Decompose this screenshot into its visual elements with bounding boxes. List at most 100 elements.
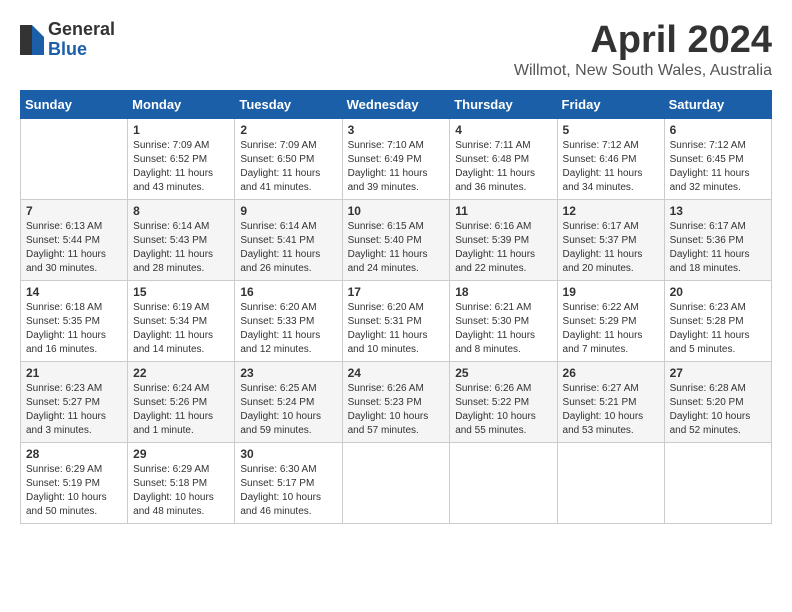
calendar-cell: 1 Sunrise: 7:09 AMSunset: 6:52 PMDaylight… — [128, 118, 235, 199]
logo: General Blue — [20, 20, 115, 60]
day-number: 18 — [455, 285, 551, 299]
day-info: Sunrise: 6:23 AMSunset: 5:27 PMDaylight:… — [26, 382, 122, 438]
day-number: 5 — [563, 123, 659, 137]
day-number: 13 — [670, 204, 766, 218]
day-number: 30 — [240, 447, 336, 461]
day-number: 12 — [563, 204, 659, 218]
calendar-cell: 23 Sunrise: 6:25 AMSunset: 5:24 PMDayligh… — [235, 361, 342, 442]
calendar-cell: 24Sunrise: 6:26 AMSunset: 5:23 PMDayligh… — [342, 361, 450, 442]
calendar-cell: 30 Sunrise: 6:30 AMSunset: 5:17 PMDayligh… — [235, 442, 342, 523]
day-info: Sunrise: 6:17 AMSunset: 5:37 PMDaylight:… — [563, 220, 659, 276]
calendar-cell: 4Sunrise: 7:11 AMSunset: 6:48 PMDaylight… — [450, 118, 557, 199]
day-number: 2 — [240, 123, 336, 137]
calendar-cell — [664, 442, 771, 523]
calendar-cell: 27Sunrise: 6:28 AMSunset: 5:20 PMDayligh… — [664, 361, 771, 442]
logo-text: General Blue — [48, 20, 115, 60]
calendar-cell — [342, 442, 450, 523]
day-info: Sunrise: 6:22 AMSunset: 5:29 PMDaylight:… — [563, 301, 659, 357]
day-number: 23 — [240, 366, 336, 380]
day-number: 1 — [133, 123, 229, 137]
calendar-cell: 3Sunrise: 7:10 AMSunset: 6:49 PMDaylight… — [342, 118, 450, 199]
calendar-cell: 12 Sunrise: 6:17 AMSunset: 5:37 PMDayligh… — [557, 199, 664, 280]
day-number: 7 — [26, 204, 122, 218]
day-number: 16 — [240, 285, 336, 299]
day-header-wednesday: Wednesday — [342, 90, 450, 118]
day-header-saturday: Saturday — [664, 90, 771, 118]
day-header-monday: Monday — [128, 90, 235, 118]
calendar-cell: 9Sunrise: 6:14 AMSunset: 5:41 PMDaylight… — [235, 199, 342, 280]
page-header: General Blue April 2024 Willmot, New Sou… — [20, 20, 772, 80]
calendar-cell: 17 Sunrise: 6:20 AMSunset: 5:31 PMDayligh… — [342, 280, 450, 361]
day-number: 29 — [133, 447, 229, 461]
day-number: 28 — [26, 447, 122, 461]
calendar-cell: 19 Sunrise: 6:22 AMSunset: 5:29 PMDayligh… — [557, 280, 664, 361]
day-info: Sunrise: 6:21 AMSunset: 5:30 PMDaylight:… — [455, 301, 551, 357]
calendar-header-row: SundayMondayTuesdayWednesdayThursdayFrid… — [21, 90, 772, 118]
day-info: Sunrise: 6:29 AMSunset: 5:18 PMDaylight:… — [133, 463, 229, 519]
day-number: 17 — [348, 285, 445, 299]
day-header-thursday: Thursday — [450, 90, 557, 118]
day-number: 11 — [455, 204, 551, 218]
day-number: 20 — [670, 285, 766, 299]
day-info: Sunrise: 6:23 AMSunset: 5:28 PMDaylight:… — [670, 301, 766, 357]
day-number: 25 — [455, 366, 551, 380]
day-info: Sunrise: 7:12 AMSunset: 6:46 PMDaylight:… — [563, 139, 659, 195]
calendar-week-2: 7 Sunrise: 6:13 AMSunset: 5:44 PMDaylight… — [21, 199, 772, 280]
day-info: Sunrise: 7:09 AMSunset: 6:50 PMDaylight:… — [240, 139, 336, 195]
day-info: Sunrise: 6:20 AMSunset: 5:33 PMDaylight:… — [240, 301, 336, 357]
calendar-cell: 11 Sunrise: 6:16 AMSunset: 5:39 PMDayligh… — [450, 199, 557, 280]
day-info: Sunrise: 6:30 AMSunset: 5:17 PMDaylight:… — [240, 463, 336, 519]
calendar-cell: 20 Sunrise: 6:23 AMSunset: 5:28 PMDayligh… — [664, 280, 771, 361]
day-number: 21 — [26, 366, 122, 380]
calendar-cell — [21, 118, 128, 199]
day-info: Sunrise: 7:09 AMSunset: 6:52 PMDaylight:… — [133, 139, 229, 195]
day-number: 9 — [240, 204, 336, 218]
calendar-week-3: 14 Sunrise: 6:18 AMSunset: 5:35 PMDayligh… — [21, 280, 772, 361]
day-info: Sunrise: 6:17 AMSunset: 5:36 PMDaylight:… — [670, 220, 766, 276]
day-number: 24 — [348, 366, 445, 380]
day-number: 26 — [563, 366, 659, 380]
day-info: Sunrise: 6:24 AMSunset: 5:26 PMDaylight:… — [133, 382, 229, 438]
title-section: April 2024 Willmot, New South Wales, Aus… — [514, 20, 772, 80]
calendar-cell — [557, 442, 664, 523]
day-number: 14 — [26, 285, 122, 299]
day-number: 15 — [133, 285, 229, 299]
logo-icon — [20, 25, 44, 55]
day-number: 3 — [348, 123, 445, 137]
calendar-cell — [450, 442, 557, 523]
day-info: Sunrise: 6:13 AMSunset: 5:44 PMDaylight:… — [26, 220, 122, 276]
day-info: Sunrise: 6:25 AMSunset: 5:24 PMDaylight:… — [240, 382, 336, 438]
day-info: Sunrise: 6:29 AMSunset: 5:19 PMDaylight:… — [26, 463, 122, 519]
day-info: Sunrise: 6:19 AMSunset: 5:34 PMDaylight:… — [133, 301, 229, 357]
calendar-week-5: 28 Sunrise: 6:29 AMSunset: 5:19 PMDayligh… — [21, 442, 772, 523]
calendar-cell: 7 Sunrise: 6:13 AMSunset: 5:44 PMDaylight… — [21, 199, 128, 280]
day-number: 10 — [348, 204, 445, 218]
day-header-sunday: Sunday — [21, 90, 128, 118]
calendar-cell: 2 Sunrise: 7:09 AMSunset: 6:50 PMDaylight… — [235, 118, 342, 199]
day-number: 27 — [670, 366, 766, 380]
day-header-friday: Friday — [557, 90, 664, 118]
day-info: Sunrise: 6:16 AMSunset: 5:39 PMDaylight:… — [455, 220, 551, 276]
calendar-table: SundayMondayTuesdayWednesdayThursdayFrid… — [20, 90, 772, 524]
calendar-cell: 29 Sunrise: 6:29 AMSunset: 5:18 PMDayligh… — [128, 442, 235, 523]
calendar-cell: 26 Sunrise: 6:27 AMSunset: 5:21 PMDayligh… — [557, 361, 664, 442]
calendar-week-1: 1 Sunrise: 7:09 AMSunset: 6:52 PMDaylight… — [21, 118, 772, 199]
calendar-cell: 6 Sunrise: 7:12 AMSunset: 6:45 PMDaylight… — [664, 118, 771, 199]
day-info: Sunrise: 6:20 AMSunset: 5:31 PMDaylight:… — [348, 301, 445, 357]
logo-blue: Blue — [48, 40, 115, 60]
calendar-cell: 5 Sunrise: 7:12 AMSunset: 6:46 PMDaylight… — [557, 118, 664, 199]
calendar-week-4: 21 Sunrise: 6:23 AMSunset: 5:27 PMDayligh… — [21, 361, 772, 442]
month-title: April 2024 — [514, 20, 772, 62]
day-info: Sunrise: 7:12 AMSunset: 6:45 PMDaylight:… — [670, 139, 766, 195]
day-info: Sunrise: 6:27 AMSunset: 5:21 PMDaylight:… — [563, 382, 659, 438]
calendar-cell: 13 Sunrise: 6:17 AMSunset: 5:36 PMDayligh… — [664, 199, 771, 280]
calendar-cell: 8Sunrise: 6:14 AMSunset: 5:43 PMDaylight… — [128, 199, 235, 280]
day-info: Sunrise: 6:14 AMSunset: 5:43 PMDaylight:… — [133, 220, 229, 276]
day-info: Sunrise: 6:18 AMSunset: 5:35 PMDaylight:… — [26, 301, 122, 357]
calendar-cell: 10Sunrise: 6:15 AMSunset: 5:40 PMDayligh… — [342, 199, 450, 280]
calendar-cell: 16 Sunrise: 6:20 AMSunset: 5:33 PMDayligh… — [235, 280, 342, 361]
day-number: 6 — [670, 123, 766, 137]
day-number: 19 — [563, 285, 659, 299]
day-number: 22 — [133, 366, 229, 380]
calendar-cell: 14 Sunrise: 6:18 AMSunset: 5:35 PMDayligh… — [21, 280, 128, 361]
